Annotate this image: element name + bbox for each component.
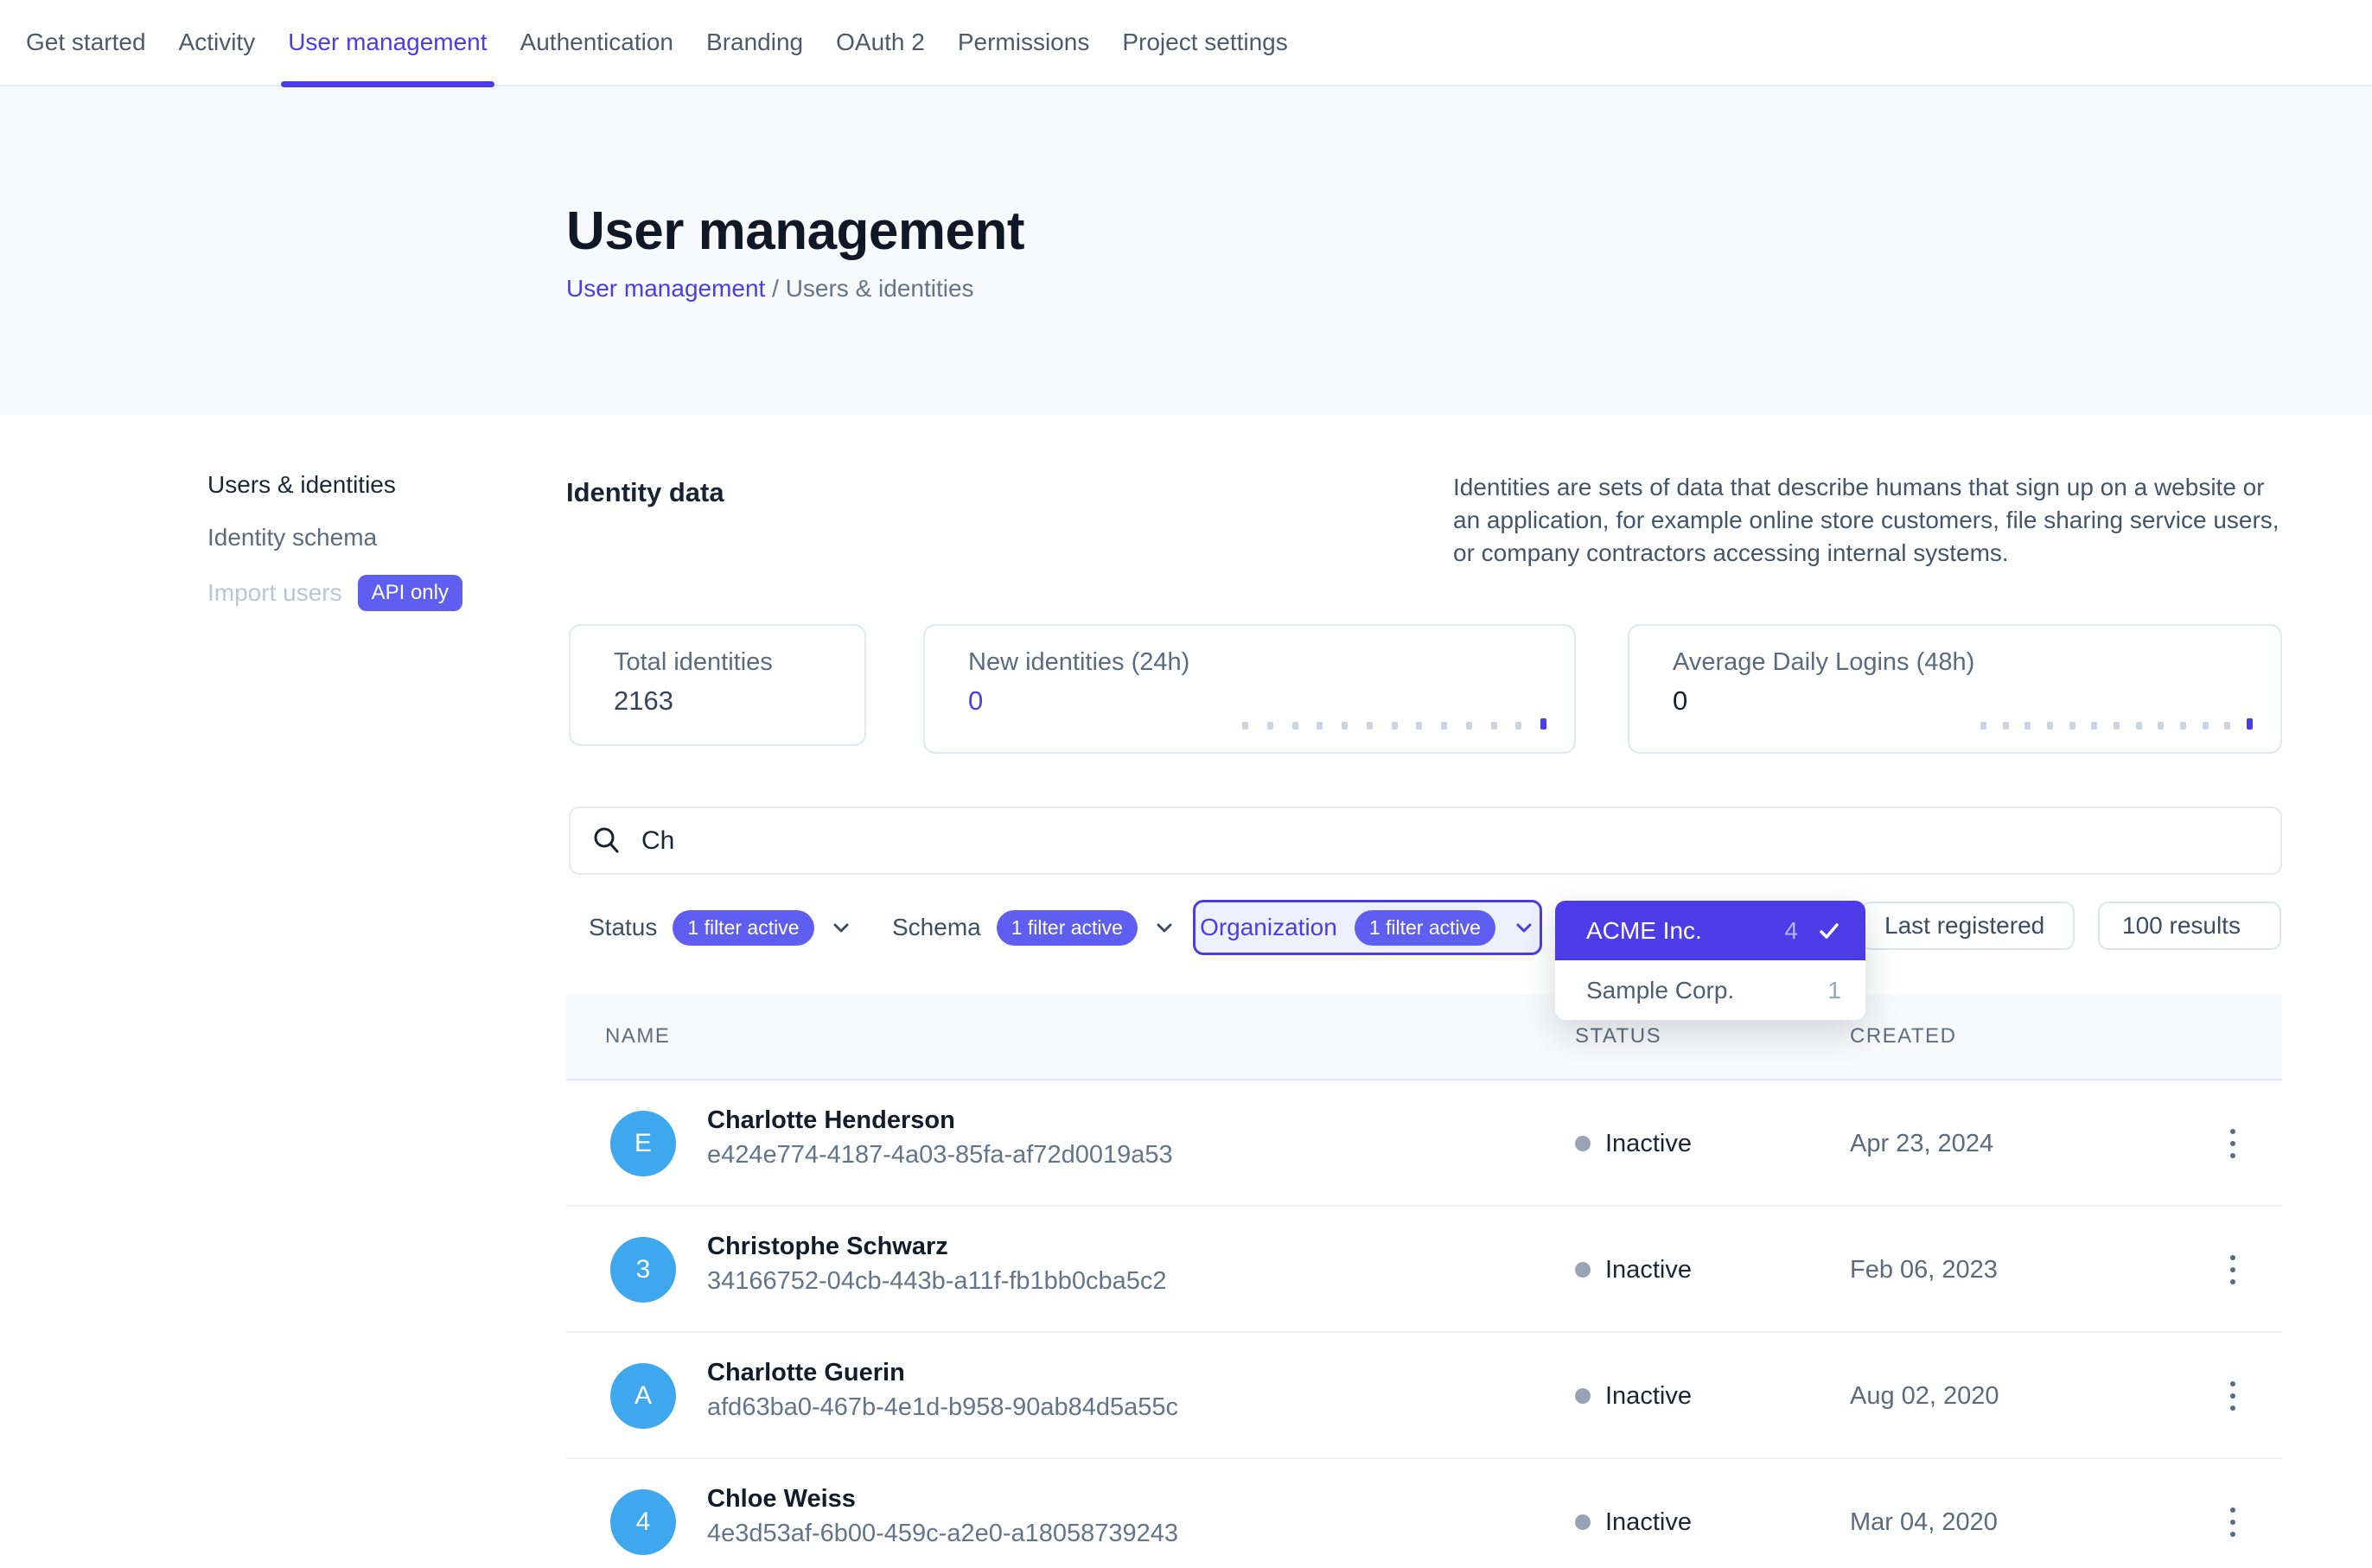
- top-nav: Get started Activity User management Aut…: [0, 0, 2372, 86]
- dropdown-option-sample-corp[interactable]: Sample Corp. 1: [1555, 960, 1865, 1020]
- column-header-status: STATUS: [1575, 1024, 1661, 1049]
- tab-get-started[interactable]: Get started: [26, 0, 146, 86]
- page-title: User management: [566, 201, 1024, 262]
- avatar: 3: [610, 1237, 676, 1303]
- sidebar-item-label: Users & identities: [207, 471, 396, 499]
- organization-filter-button[interactable]: Organization 1 filter active: [1193, 900, 1542, 955]
- stat-label: Average Daily Logins (48h): [1673, 648, 2280, 677]
- stat-card-average-daily-logins: Average Daily Logins (48h) 0: [1628, 624, 2282, 754]
- filter-active-badge: 1 filter active: [997, 910, 1138, 946]
- option-count: 1: [1827, 977, 1841, 1004]
- sidebar-item-identity-schema[interactable]: Identity schema: [207, 524, 377, 551]
- breadcrumb-link-user-management[interactable]: User management: [566, 275, 765, 302]
- identity-id: 34166752-04cb-443b-a11f-fb1bb0cba5c2: [707, 1267, 1167, 1296]
- section-heading: Identity data: [566, 477, 724, 508]
- section-description: Identities are sets of data that describ…: [1453, 471, 2285, 570]
- created-date: Aug 02, 2020: [1850, 1333, 1999, 1459]
- sort-select-value: Last registered: [1884, 912, 2044, 940]
- column-header-created: CREATED: [1850, 1024, 1956, 1049]
- identity-name: Charlotte Henderson: [707, 1106, 1173, 1135]
- breadcrumb-separator: /: [765, 275, 785, 302]
- sidebar-item-users-identities[interactable]: Users & identities: [207, 471, 396, 499]
- schema-filter-button[interactable]: Schema 1 filter active: [892, 902, 1176, 953]
- tab-user-management[interactable]: User management: [288, 0, 487, 86]
- status-filter-button[interactable]: Status 1 filter active: [589, 902, 852, 953]
- chevron-down-icon: [830, 916, 852, 939]
- stat-card-new-identities: New identities (24h) 0: [923, 624, 1576, 754]
- table-row[interactable]: 3 Christophe Schwarz 34166752-04cb-443b-…: [566, 1207, 2282, 1333]
- table-row[interactable]: 4 Chloe Weiss 4e3d53af-6b00-459c-a2e0-a1…: [566, 1459, 2282, 1568]
- filter-active-badge: 1 filter active: [1355, 910, 1495, 946]
- search-input[interactable]: [641, 826, 2260, 856]
- sparkline: [1242, 718, 1546, 730]
- created-date: Feb 06, 2023: [1850, 1207, 1998, 1333]
- hero-band: [0, 86, 2372, 415]
- status-label: Inactive: [1605, 1382, 1692, 1411]
- column-header-name: NAME: [605, 1024, 670, 1049]
- chevron-down-icon: [1513, 916, 1535, 939]
- page-size-value: 100 results: [2122, 912, 2241, 940]
- status-dot: [1575, 1262, 1591, 1278]
- stat-label: Total identities: [614, 648, 864, 677]
- stat-value: 2163: [614, 685, 864, 717]
- option-label: Sample Corp.: [1586, 977, 1827, 1004]
- filter-label: Organization: [1200, 914, 1337, 941]
- tab-branding[interactable]: Branding: [706, 0, 803, 86]
- sidebar-item-label: Import users: [207, 579, 342, 607]
- row-actions-menu-icon[interactable]: [2216, 1333, 2250, 1459]
- filter-label: Status: [589, 914, 657, 941]
- row-actions-menu-icon[interactable]: [2216, 1459, 2250, 1568]
- status-label: Inactive: [1605, 1256, 1692, 1284]
- stat-label: New identities (24h): [968, 648, 1574, 677]
- identity-name: Charlotte Guerin: [707, 1359, 1178, 1387]
- status-label: Inactive: [1605, 1508, 1692, 1537]
- breadcrumb: User management / Users & identities: [566, 275, 974, 303]
- tab-authentication[interactable]: Authentication: [520, 0, 673, 86]
- row-actions-menu-icon[interactable]: [2216, 1080, 2250, 1207]
- row-actions-menu-icon[interactable]: [2216, 1207, 2250, 1333]
- organization-dropdown: ACME Inc. 4 Sample Corp. 1: [1555, 901, 1865, 1020]
- sort-select[interactable]: Last registered: [1860, 902, 2075, 950]
- avatar: E: [610, 1111, 676, 1176]
- status-label: Inactive: [1605, 1130, 1692, 1158]
- table-row[interactable]: A Charlotte Guerin afd63ba0-467b-4e1d-b9…: [566, 1333, 2282, 1459]
- search-bar: [569, 806, 2282, 875]
- sparkline: [1980, 718, 2253, 730]
- avatar: A: [610, 1363, 676, 1429]
- identity-name: Christophe Schwarz: [707, 1233, 1167, 1261]
- check-icon: [1817, 919, 1841, 943]
- stat-value: 0: [968, 685, 1574, 717]
- tab-oauth2[interactable]: OAuth 2: [836, 0, 925, 86]
- status-dot: [1575, 1514, 1591, 1530]
- table-header: NAME STATUS CREATED: [566, 995, 2282, 1080]
- status-dot: [1575, 1388, 1591, 1404]
- stat-card-total-identities: Total identities 2163: [569, 624, 866, 746]
- identity-id: 4e3d53af-6b00-459c-a2e0-a18058739243: [707, 1520, 1178, 1548]
- search-icon: [591, 825, 622, 857]
- option-count: 4: [1784, 917, 1798, 945]
- filter-active-badge: 1 filter active: [673, 910, 813, 946]
- breadcrumb-current: Users & identities: [786, 275, 974, 302]
- created-date: Mar 04, 2020: [1850, 1459, 1998, 1568]
- dropdown-option-acme[interactable]: ACME Inc. 4: [1555, 901, 1865, 960]
- identity-id: afd63ba0-467b-4e1d-b958-90ab84d5a55c: [707, 1393, 1178, 1422]
- sidebar-item-label: Identity schema: [207, 524, 377, 551]
- identity-id: e424e774-4187-4a03-85fa-af72d0019a53: [707, 1141, 1173, 1170]
- option-label: ACME Inc.: [1586, 917, 1784, 945]
- created-date: Apr 23, 2024: [1850, 1080, 1993, 1207]
- page-size-select[interactable]: 100 results: [2098, 902, 2281, 950]
- identity-name: Chloe Weiss: [707, 1485, 1178, 1514]
- sidebar-item-import-users[interactable]: Import users API only: [207, 575, 462, 611]
- user-management-page: Get started Activity User management Aut…: [0, 0, 2372, 1568]
- chevron-down-icon: [1153, 916, 1176, 939]
- avatar: 4: [610, 1489, 676, 1555]
- filter-label: Schema: [892, 914, 981, 941]
- status-dot: [1575, 1136, 1591, 1151]
- tab-project-settings[interactable]: Project settings: [1122, 0, 1287, 86]
- table-row[interactable]: E Charlotte Henderson e424e774-4187-4a03…: [566, 1080, 2282, 1207]
- tab-permissions[interactable]: Permissions: [958, 0, 1089, 86]
- stat-value: 0: [1673, 685, 2280, 717]
- api-only-badge: API only: [358, 575, 462, 611]
- tab-activity[interactable]: Activity: [179, 0, 256, 86]
